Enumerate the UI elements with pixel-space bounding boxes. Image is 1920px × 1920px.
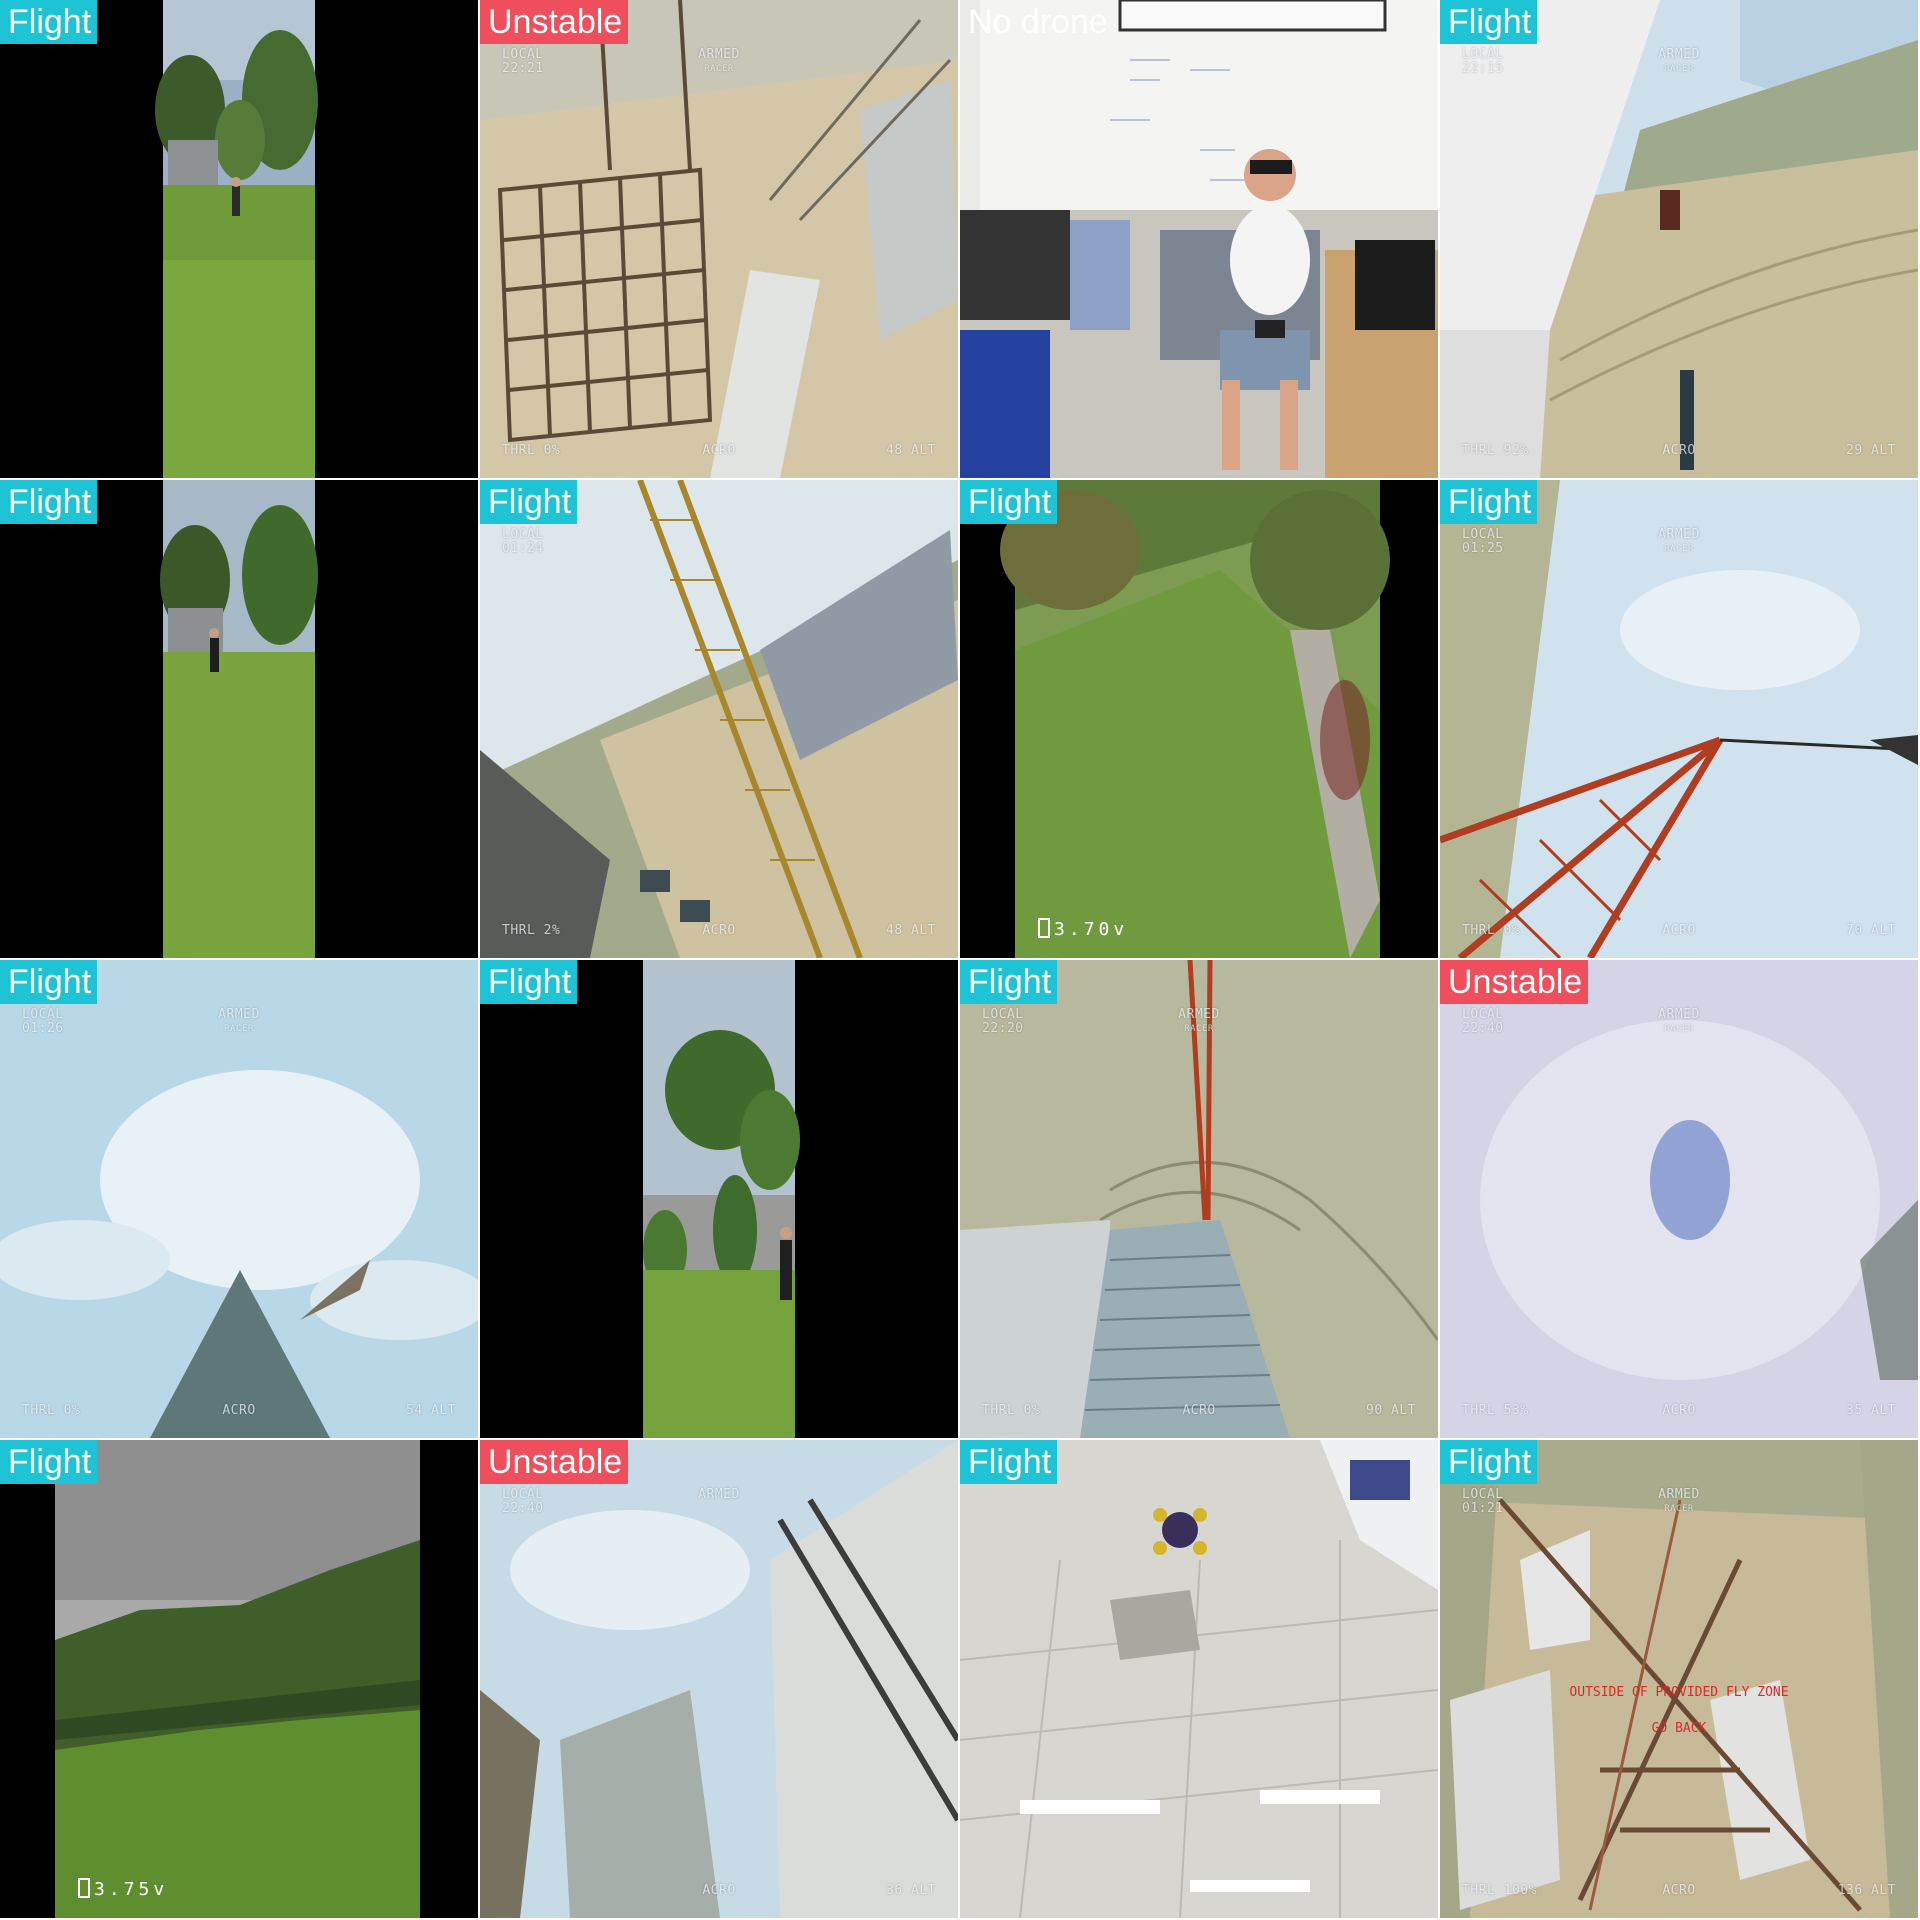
osd-armed: ARMED [1658,527,1700,542]
tile-11[interactable]: LOCAL 22:20 ARMED RACER THRL 0% ACRO 90 AL… [960,960,1438,1438]
classification-badge: Flight [0,0,98,44]
osd-altitude: 48 ALT [886,923,936,938]
osd-altitude: 90 ALT [1366,1403,1416,1418]
classification-badge: Flight [1440,480,1538,524]
classification-badge: Flight [0,480,98,524]
classification-badge: Flight [480,960,578,1004]
classification-badge: Flight [1440,1440,1538,1484]
fly-zone-warning: OUTSIDE OF PROVIDED FLY ZONE [1569,1685,1789,1700]
tile-10[interactable]: Flight [480,960,958,1438]
tile-6[interactable]: LOCAL 01:24 THRL 2% ACRO 48 ALT Flight [480,480,958,958]
osd-armed: ARMED [698,1487,740,1502]
osd-profile: RACER [1664,64,1694,74]
tile-12[interactable]: LOCAL 22:40 ARMED RACER THRL 53% ACRO 35 A… [1440,960,1918,1438]
classification-badge: No drone [968,3,1108,41]
classification-badge: Flight [960,1440,1058,1484]
tile-2[interactable]: LOCAL 22:21 ARMED RACER THRL 0% ACRO 48 AL… [480,0,958,478]
sim-crane-scene [480,480,958,958]
tile-5[interactable]: Flight [0,480,478,958]
go-back-warning: GO BACK [1651,1721,1707,1736]
classification-badge: Flight [960,960,1058,1004]
osd-profile: RACER [1664,1024,1694,1034]
tile-4[interactable]: LOCAL 22:15 ARMED RACER THRL 92% ACRO 29 A… [1440,0,1918,478]
fpv-field-scene [960,480,1438,958]
osd-time: 22:40 [502,1501,544,1516]
fpv-trees-scene [0,1440,478,1918]
osd-armed: ARMED [698,47,740,62]
osd-profile: RACER [1664,1504,1694,1514]
osd-altitude: 35 ALT [1846,1403,1896,1418]
lab-pilot-scene [960,0,1438,478]
classification-badge: Unstable [1440,960,1589,1004]
indoor-ceiling-scene [960,1440,1438,1918]
classification-badge: Flight [1440,0,1538,44]
tile-8[interactable]: LOCAL 01:25 ARMED RACER THRL 0% ACRO 70 AL… [1440,480,1918,958]
backyard-pilot-scene [0,0,478,478]
osd-armed: ARMED [218,1007,260,1022]
osd-armed: ARMED [1178,1007,1220,1022]
classification-badge: Flight [960,480,1058,524]
sim-tilt-scene [480,1440,958,1918]
classification-badge: Flight [0,960,98,1004]
osd-altitude: 29 ALT [1846,443,1896,458]
backyard-pilot-scene [480,960,958,1438]
tile-14[interactable]: LOCAL 22:40 ARMED ACRO 36 ALT Unstable [480,1440,958,1918]
tile-16[interactable]: OUTSIDE OF PROVIDED FLY ZONE GO BACK LOC… [1440,1440,1918,1918]
osd-armed: ARMED [1658,1007,1700,1022]
image-grid: Flight LOCAL 22:21 ARMED RACER THRL 0% ACR… [0,0,1920,1920]
osd-profile: RACER [1664,544,1694,554]
battery-icon [1038,918,1050,938]
osd-profile: RACER [1184,1024,1214,1034]
tile-3[interactable]: No drone [960,0,1438,478]
tile-9[interactable]: LOCAL 01:26 ARMED RACER THRL 0% ACRO 54 AL… [0,960,478,1438]
osd-profile: RACER [224,1024,254,1034]
backyard-pilot-scene [0,480,478,958]
tile-7[interactable]: 3.70v Flight [960,480,1438,958]
osd-altitude: 48 ALT [886,443,936,458]
classification-badge: Unstable [480,1440,629,1484]
osd-voltage: 3.70v [1054,919,1129,940]
osd-altitude: 70 ALT [1846,923,1896,938]
tile-13[interactable]: 3.75v Flight [0,1440,478,1918]
osd-altitude: 54 ALT [406,1403,456,1418]
classification-badge: Unstable [480,0,629,44]
tile-15[interactable]: Flight [960,1440,1438,1918]
tile-1[interactable]: Flight [0,0,478,478]
classification-badge: Flight [0,1440,98,1484]
osd-armed: ARMED [1658,1487,1700,1502]
osd-voltage: 3.75v [94,1879,169,1900]
classification-badge: Flight [480,480,578,524]
osd-armed: ARMED [1658,47,1700,62]
osd-altitude: 36 ALT [886,1883,936,1898]
osd-profile: RACER [704,64,734,74]
battery-icon [78,1878,90,1898]
osd-altitude: 136 ALT [1837,1883,1896,1898]
osd-local: LOCAL [502,527,544,542]
osd-time: 01:24 [502,541,544,556]
